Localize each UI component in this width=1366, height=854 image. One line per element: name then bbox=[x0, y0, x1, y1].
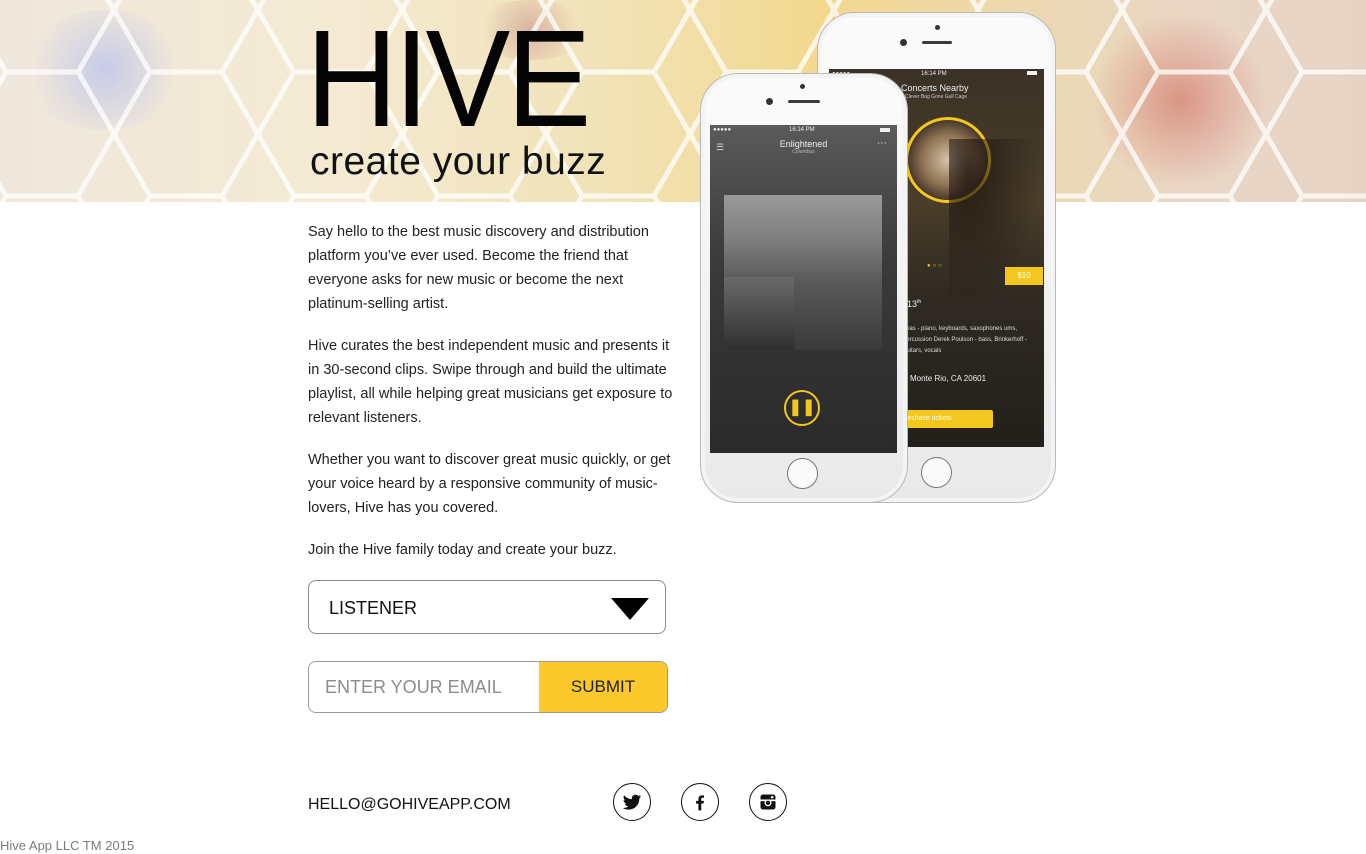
purchase-tickets-button[interactable]: urchase tickets bbox=[901, 410, 993, 428]
tagline: create your buzz bbox=[310, 140, 607, 183]
triangle-down-icon bbox=[611, 598, 649, 620]
signup-form: SUBMIT bbox=[308, 661, 668, 713]
phone-mockup-front: ●●●●● 16:14 PM ☰ Enlightened Columbus ⋯ … bbox=[700, 73, 908, 503]
pause-button[interactable]: ❚❚ bbox=[784, 390, 820, 426]
concerts-subheading: Clever Bag Gone Gull Cage bbox=[905, 94, 967, 100]
status-signal: ●●●●● bbox=[713, 127, 732, 133]
phone-camera bbox=[766, 98, 773, 105]
phone-sensor bbox=[935, 25, 940, 30]
phone-sensor bbox=[800, 84, 805, 89]
event-date: 13th bbox=[907, 299, 922, 309]
header-banner bbox=[0, 0, 1366, 202]
home-button bbox=[921, 457, 952, 488]
honeycomb-pattern bbox=[0, 0, 1366, 202]
intro-paragraph-1: Say hello to the best music discovery an… bbox=[308, 224, 649, 312]
art-splatter bbox=[949, 139, 1039, 319]
contact-email-link[interactable]: HELLO@GOHIVEAPP.COM bbox=[308, 796, 511, 814]
event-lineup: avas - piano, keyboards, saxophones ums,… bbox=[903, 326, 1027, 354]
battery-icon bbox=[1027, 71, 1037, 75]
home-button bbox=[787, 458, 818, 489]
twitter-icon bbox=[622, 794, 642, 810]
facebook-link[interactable] bbox=[681, 783, 719, 821]
facebook-icon bbox=[696, 795, 704, 811]
intro-paragraph-4: Join the Hive family today and create yo… bbox=[308, 542, 617, 558]
instagram-icon bbox=[760, 794, 776, 810]
email-input[interactable] bbox=[309, 662, 540, 712]
role-select[interactable]: LISTENER bbox=[308, 580, 666, 634]
track-title: Enlightened bbox=[779, 139, 828, 149]
phone-front-screen: ●●●●● 16:14 PM ☰ Enlightened Columbus ⋯ … bbox=[710, 125, 897, 453]
submit-button[interactable]: SUBMIT bbox=[539, 662, 667, 712]
phone-speaker bbox=[788, 100, 820, 103]
price-badge: $10 bbox=[1005, 267, 1043, 285]
twitter-link[interactable] bbox=[613, 783, 651, 821]
more-options-icon[interactable]: ⋯ bbox=[877, 138, 887, 149]
copyright: Hive App LLC TM 2015 bbox=[0, 838, 135, 853]
concerts-heading: Concerts Nearby bbox=[901, 83, 969, 93]
intro-paragraph-2: Hive curates the best independent music … bbox=[308, 338, 673, 426]
album-art bbox=[724, 195, 882, 350]
event-location: Monte Rio, CA 20601 bbox=[910, 374, 987, 383]
page-dots: ●○○ bbox=[927, 263, 944, 269]
cliff-shape bbox=[724, 277, 794, 350]
status-time: 16:14 PM bbox=[921, 71, 947, 77]
phone-speaker bbox=[922, 41, 952, 44]
hive-logo: HIVE bbox=[306, 2, 591, 156]
status-time: 16:14 PM bbox=[789, 127, 815, 133]
intro-paragraph-3: Whether you want to discover great music… bbox=[308, 452, 671, 516]
instagram-link[interactable] bbox=[749, 783, 787, 821]
track-artist: Columbus bbox=[792, 149, 815, 155]
battery-icon bbox=[880, 128, 890, 132]
phone-camera bbox=[900, 39, 907, 46]
role-select-value: LISTENER bbox=[329, 598, 418, 618]
